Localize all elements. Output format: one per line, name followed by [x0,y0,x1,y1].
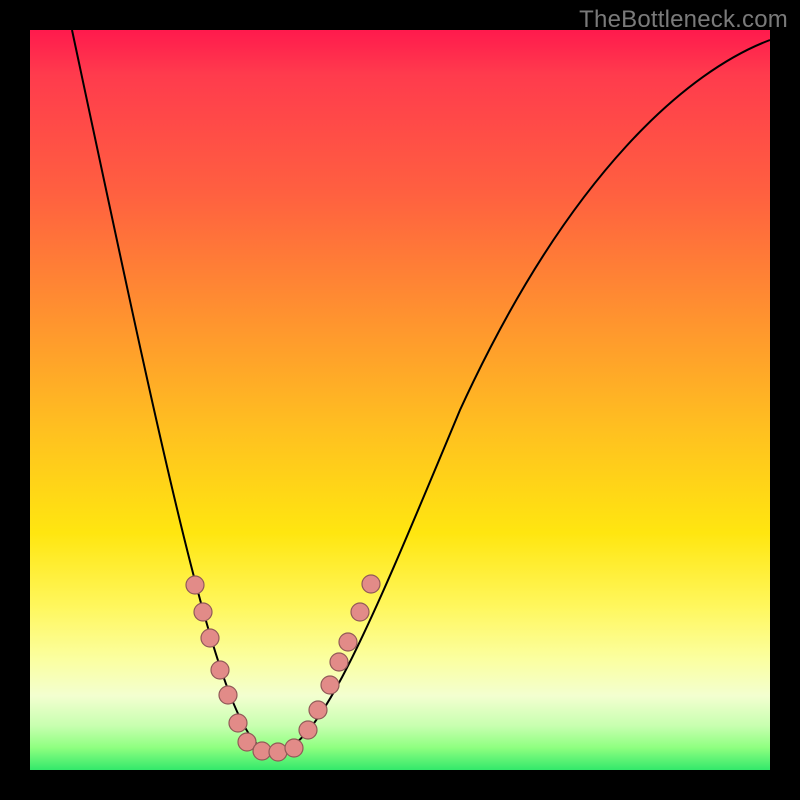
curve-dot [299,721,317,739]
curve-dot [219,686,237,704]
plot-area [30,30,770,770]
curve-dots [186,575,380,761]
curve-dot [339,633,357,651]
bottleneck-curve [72,30,770,752]
chart-frame: TheBottleneck.com [0,0,800,800]
curve-dot [269,743,287,761]
curve-dot [309,701,327,719]
watermark-text: TheBottleneck.com [579,6,788,34]
curve-dot [253,742,271,760]
curve-dot [321,676,339,694]
curve-dot [285,739,303,757]
curve-dot [229,714,247,732]
curve-dot [211,661,229,679]
curve-layer [30,30,770,770]
curve-dot [201,629,219,647]
curve-dot [362,575,380,593]
curve-dot [330,653,348,671]
curve-dot [194,603,212,621]
curve-dot [186,576,204,594]
curve-dot [351,603,369,621]
